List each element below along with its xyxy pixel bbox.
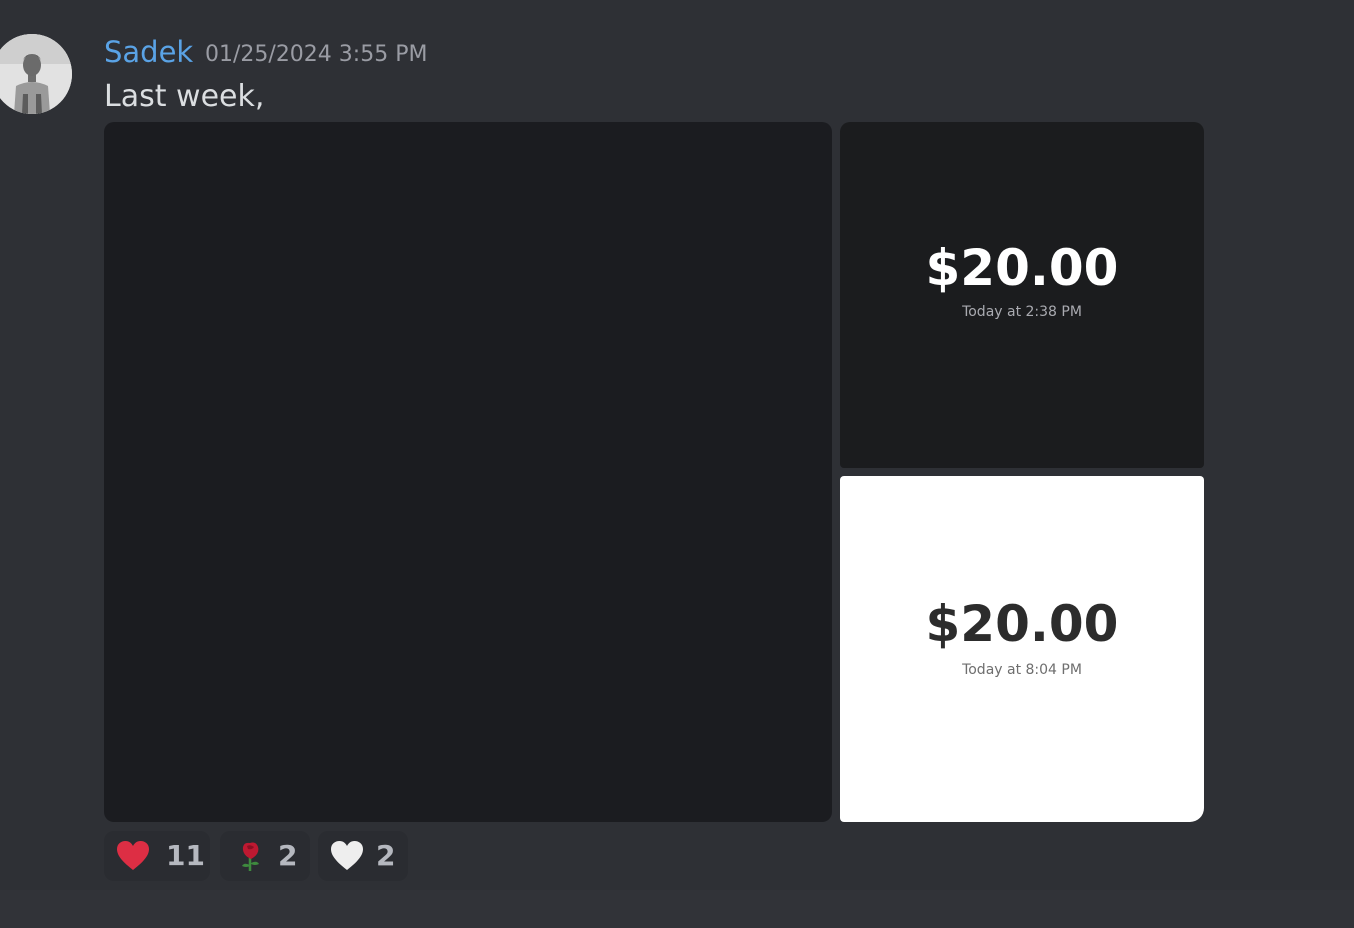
payment-card-dark[interactable]: $20.00 Today at 2:38 PM: [840, 122, 1204, 468]
reaction-red-heart[interactable]: 11: [104, 831, 210, 881]
payment-amount: $20.00: [925, 239, 1119, 297]
payment-time: Today at 8:04 PM: [962, 662, 1082, 678]
author-name[interactable]: Sadek: [104, 34, 193, 70]
red-heart-icon: [117, 841, 149, 870]
chat-background: [0, 890, 1354, 928]
reaction-count: 2: [376, 839, 396, 872]
white-heart-icon: [331, 841, 363, 870]
image-attachment-dark[interactable]: [104, 122, 832, 822]
payment-time: Today at 2:38 PM: [962, 304, 1082, 320]
person-photo-icon: [0, 34, 72, 114]
rose-icon: [242, 842, 259, 871]
payment-amount: $20.00: [925, 595, 1119, 653]
reaction-rose[interactable]: 2: [220, 831, 310, 881]
reaction-count: 2: [278, 839, 298, 872]
message: Sadek 01/25/2024 3:55 PM Last week, $20.…: [0, 0, 1354, 890]
message-timestamp: 01/25/2024 3:55 PM: [205, 42, 428, 67]
message-text: Last week,: [104, 79, 265, 114]
reaction-white-heart[interactable]: 2: [318, 831, 408, 881]
payment-card-light[interactable]: $20.00 Today at 8:04 PM: [840, 476, 1204, 822]
avatar[interactable]: [0, 34, 72, 114]
reaction-count: 11: [166, 839, 205, 872]
